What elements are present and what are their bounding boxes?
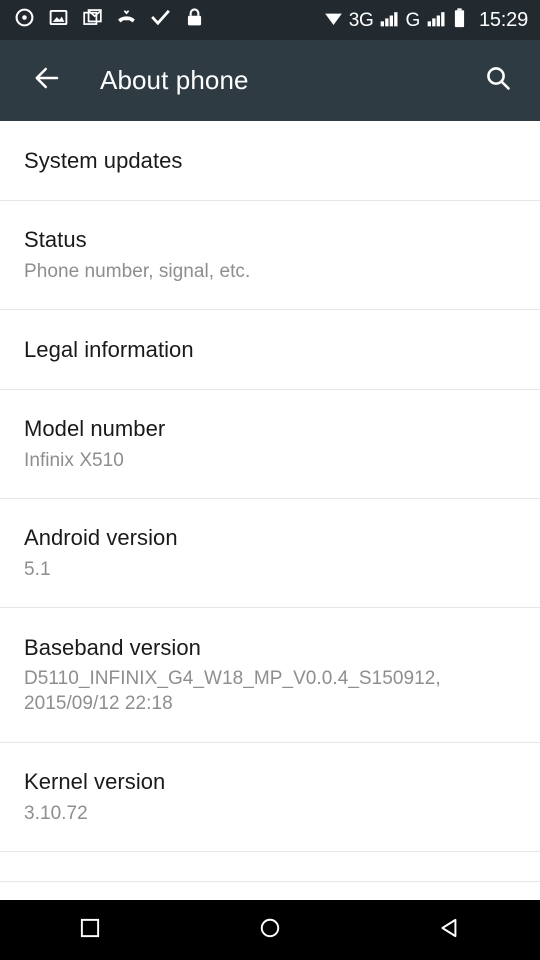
signal-bars-icon: [378, 8, 400, 33]
search-button[interactable]: [476, 59, 520, 103]
lock-icon: [184, 7, 205, 33]
gmail-icon: [82, 7, 103, 33]
home-button[interactable]: [225, 900, 315, 960]
triangle-back-icon: [437, 915, 463, 946]
checkmark-icon: [150, 7, 171, 33]
image-icon: [48, 7, 69, 33]
list-item-system-updates[interactable]: System updates: [0, 121, 540, 201]
list-item-status[interactable]: Status Phone number, signal, etc.: [0, 201, 540, 310]
circle-home-icon: [257, 915, 283, 946]
list-item-title: Kernel version: [24, 769, 166, 795]
about-phone-list[interactable]: System updates Status Phone number, sign…: [0, 121, 540, 900]
list-item-title: Status: [24, 227, 87, 253]
status-bar-system-icons: 3G G 15:29: [323, 7, 528, 34]
disc-icon: [14, 7, 35, 33]
arrow-left-icon: [32, 63, 62, 98]
list-item-title: Model number: [24, 416, 166, 442]
network-type-2-label: G: [405, 9, 420, 31]
phone-screen: 3G G 15:29 About phone System updates St…: [0, 0, 540, 960]
list-item-android-version[interactable]: Android version 5.1: [0, 499, 540, 608]
search-icon: [484, 64, 512, 97]
back-nav-button[interactable]: [405, 900, 495, 960]
square-recents-icon: [77, 915, 103, 946]
battery-icon: [452, 7, 467, 34]
network-type-1-label: 3G: [348, 9, 374, 31]
list-item-title: System updates: [24, 147, 183, 173]
list-item-baseband-version[interactable]: Baseband version D5110_INFINIX_G4_W18_MP…: [0, 608, 540, 743]
missed-call-icon: [116, 7, 137, 33]
signal-bars-2-icon: [425, 8, 447, 33]
app-bar: About phone: [0, 40, 540, 121]
list-item-title: Baseband version: [24, 634, 201, 660]
list-item-model-number[interactable]: Model number Infinix X510: [0, 390, 540, 499]
page-title: About phone: [100, 65, 249, 95]
status-bar[interactable]: 3G G 15:29: [0, 0, 540, 40]
list-item-legal-information[interactable]: Legal information: [0, 310, 540, 390]
list-item-title: Legal information: [24, 336, 194, 362]
list-item-subtitle: D5110_INFINIX_G4_W18_MP_V0.0.4_S150912, …: [24, 668, 441, 715]
wifi-icon: [323, 7, 344, 33]
list-item-subtitle: 3.10.72: [24, 802, 88, 824]
back-button[interactable]: [26, 60, 68, 102]
list-item-subtitle: 5.1: [24, 558, 51, 580]
list-item-title: Android version: [24, 525, 178, 551]
navigation-bar: [0, 900, 540, 960]
clock-label: 15:29: [478, 8, 528, 31]
list-item-partial-next[interactable]: [0, 852, 540, 882]
recents-button[interactable]: [45, 900, 135, 960]
list-item-subtitle: Phone number, signal, etc.: [24, 260, 251, 282]
list-item-subtitle: Infinix X510: [24, 449, 124, 471]
status-bar-notification-icons: [14, 7, 205, 33]
list-item-kernel-version[interactable]: Kernel version 3.10.72: [0, 743, 540, 852]
